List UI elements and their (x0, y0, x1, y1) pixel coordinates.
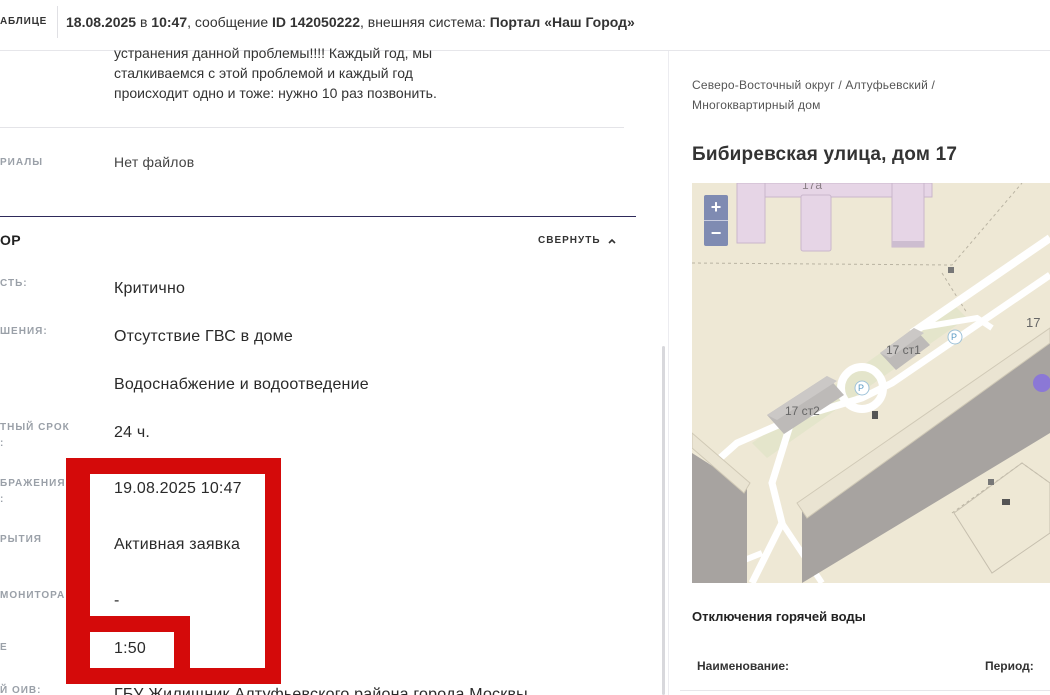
description-line: устранения данной проблемы!!!! Каждый го… (114, 45, 433, 61)
breadcrumb-line: Северо-Восточный округ / Алтуфьевский / (692, 78, 936, 92)
message-in-word: в (136, 14, 152, 30)
header-divider (57, 6, 58, 38)
message-time: 10:47 (151, 14, 188, 30)
message-date: 18.08.2025 (66, 14, 137, 30)
collapse-button[interactable]: СВЕРНУТЬ (538, 235, 617, 246)
divider (0, 127, 624, 128)
reason-label: ШЕНИЯ: (0, 326, 48, 337)
map[interactable]: 17а 17 17 ст1 17 ст2 P P + − (692, 183, 1050, 583)
table-header-period: Период: (985, 659, 1034, 673)
message-prefix: , сообщение (187, 14, 273, 30)
collapse-label: СВЕРНУТЬ (538, 235, 601, 246)
chevron-up-icon (607, 238, 616, 244)
oiv-label: Й ОИВ: (0, 685, 42, 695)
message-description: устранения данной проблемы!!!! Каждый го… (114, 43, 494, 103)
deadline-label-end: : (0, 438, 5, 449)
map-canvas: 17а 17 17 ст1 17 ст2 P P (692, 183, 1050, 583)
breadcrumb-line: Многоквартирный дом (692, 98, 821, 112)
display-label-end: : (0, 494, 5, 505)
page: АБЛИЦЕ 18.08.2025 в 10:47, сообщение ID … (0, 0, 1050, 695)
event-label: РЫТИЯ (0, 534, 42, 545)
materials-label: РИАЛЫ (0, 157, 44, 168)
materials-value: Нет файлов (114, 154, 195, 170)
map-label: 17а (802, 183, 822, 192)
deadline-label: ТНЫЙ СРОК (0, 422, 70, 433)
description-line: происходит одно и тоже: нужно 10 раз поз… (114, 85, 437, 101)
zoom-out-button[interactable]: − (704, 221, 728, 246)
zoom-controls: + − (704, 195, 728, 246)
map-label: 17 (1026, 315, 1040, 330)
scrollbar[interactable] (662, 346, 665, 695)
time-value: 1:50 (114, 640, 146, 657)
description-line: сталкиваемся с этой проблемой и каждый г… (114, 65, 413, 81)
column-divider (668, 51, 669, 695)
hot-water-outages-title: Отключения горячей воды (692, 609, 866, 624)
system-prefix: , внешняя система: (359, 14, 490, 30)
time-label: Е (0, 642, 8, 653)
section-divider (0, 216, 636, 217)
reason-value: Отсутствие ГВС в доме (114, 328, 293, 345)
location-breadcrumb: Северо-Восточный округ / Алтуфьевский / … (692, 75, 992, 115)
message-id: ID 142050222 (272, 14, 360, 30)
map-label: 17 ст1 (886, 343, 921, 357)
criticality-label: СТЬ: (0, 278, 28, 289)
oiv-value: ГБУ Жилищник Алтуфьевского района города… (114, 686, 528, 695)
back-to-table-link[interactable]: АБЛИЦЕ (0, 16, 47, 27)
criticality-value: Критично (114, 280, 186, 297)
parking-icon: P (951, 332, 957, 342)
monitor-label: МОНИТОРА: (0, 590, 70, 601)
zoom-in-button[interactable]: + (704, 195, 728, 220)
category-value: Водоснабжение и водоотведение (114, 376, 369, 393)
table-header-name: Наименование: (697, 659, 790, 673)
section-title: ОР (0, 232, 22, 248)
address-title: Бибиревская улица, дом 17 (692, 144, 958, 165)
display-label: БРАЖЕНИЯ (0, 478, 66, 489)
deadline-value: 24 ч. (114, 424, 151, 441)
external-system-name: Портал «Наш Город» (489, 14, 635, 30)
table-divider (680, 690, 1050, 691)
message-info: 18.08.2025 в 10:47, сообщение ID 1420502… (66, 14, 635, 30)
map-label: 17 ст2 (785, 404, 820, 418)
parking-icon: P (858, 383, 864, 393)
